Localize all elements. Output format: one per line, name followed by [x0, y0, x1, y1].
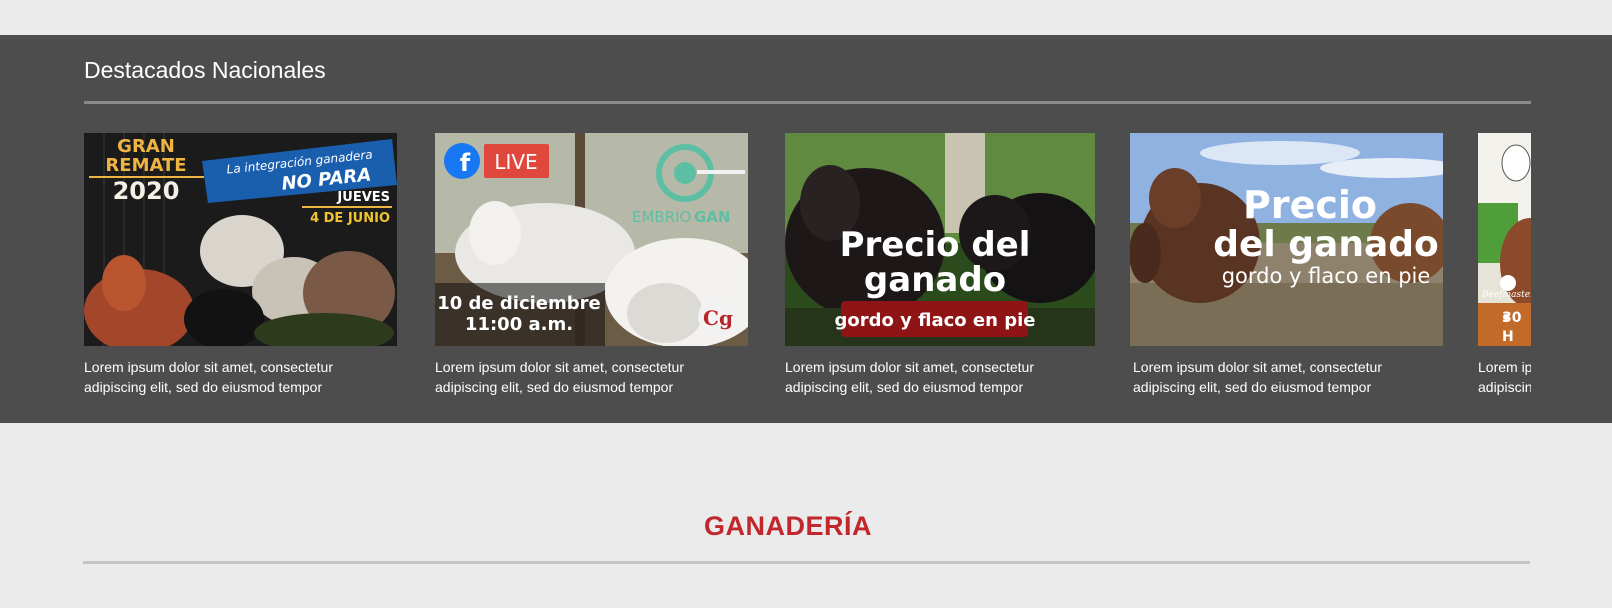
remate-text-remate: REMATE: [105, 155, 186, 176]
card-image-embriogan-live[interactable]: f LIVE EMBRIO GAN 10 de diciembre 11:00 …: [435, 133, 748, 346]
beefmaster-logo-icon: [1500, 275, 1516, 291]
featured-card-1[interactable]: GRAN REMATE 2020 La integración ganadera…: [84, 133, 397, 397]
card-caption[interactable]: Lorem ipsum dolor sit amet, consectetur …: [435, 357, 748, 397]
featured-carousel[interactable]: GRAN REMATE 2020 La integración ganadera…: [84, 133, 1531, 403]
embriogan-brand-a: EMBRIO: [632, 208, 691, 226]
live-time: 11:00 a.m.: [465, 314, 573, 335]
svg-text:f: f: [460, 149, 471, 177]
remate-text-gran: GRAN: [117, 136, 175, 157]
precio-line-2: ganado: [864, 260, 1006, 300]
facebook-icon: f: [444, 143, 480, 179]
card-image-precio-ganado-2[interactable]: Precio del ganado gordo y flaco en pie: [1130, 133, 1443, 346]
card-caption[interactable]: Lorem ipsum dolor sit amet, consectetur …: [785, 357, 1098, 397]
card-caption[interactable]: Lorem ipsum dolor sit amet, consectetur …: [1130, 357, 1446, 397]
featured-card-3[interactable]: Precio del ganado gordo y flaco en pie L…: [785, 133, 1095, 397]
cg-badge-text: Cg: [703, 306, 733, 330]
section-title-ganaderia: GANADERÍA: [703, 511, 872, 541]
card-caption[interactable]: Lorem ipsum dolor sit amet, consectetur …: [84, 357, 397, 397]
featured-divider: [84, 101, 1531, 104]
live-label: LIVE: [494, 150, 537, 174]
precio2-line-1: Precio: [1243, 183, 1377, 227]
beefmaster-brand: Beefmaster: [1481, 290, 1531, 300]
remate-text-year: 2020: [113, 177, 180, 205]
featured-section: Destacados Nacionales GRAN REMATE 2020 L…: [0, 35, 1612, 423]
precio-line-1: Precio del: [840, 225, 1031, 265]
live-date: 10 de diciembre: [437, 293, 601, 314]
remate-day: JUEVES: [336, 190, 390, 205]
section-divider: [83, 561, 1530, 564]
featured-card-4[interactable]: Precio del ganado gordo y flaco en pie L…: [1130, 133, 1443, 397]
remate-date: 4 DE JUNIO: [310, 211, 390, 226]
precio2-line-2: del ganado: [1213, 224, 1439, 265]
beefmaster-letter: H: [1502, 329, 1514, 345]
card-image-gran-remate[interactable]: GRAN REMATE 2020 La integración ganadera…: [84, 133, 397, 346]
precio2-line-3: gordo y flaco en pie: [1222, 264, 1431, 288]
featured-card-2[interactable]: f LIVE EMBRIO GAN 10 de diciembre 11:00 …: [435, 133, 748, 397]
card-image-precio-ganado-1[interactable]: Precio del ganado gordo y flaco en pie: [785, 133, 1095, 346]
embriogan-brand-b: GAN: [694, 208, 730, 226]
featured-card-5[interactable]: Beefmaster 30 H Lorem ipsum dolor sit am…: [1478, 133, 1531, 397]
precio-tag-text: gordo y flaco en pie: [835, 310, 1036, 331]
card-image-beefmaster[interactable]: Beefmaster 30 H: [1478, 133, 1531, 346]
card-caption[interactable]: Lorem ipsum dolor sit amet, consectetur …: [1478, 357, 1531, 397]
featured-title: Destacados Nacionales: [84, 57, 326, 83]
